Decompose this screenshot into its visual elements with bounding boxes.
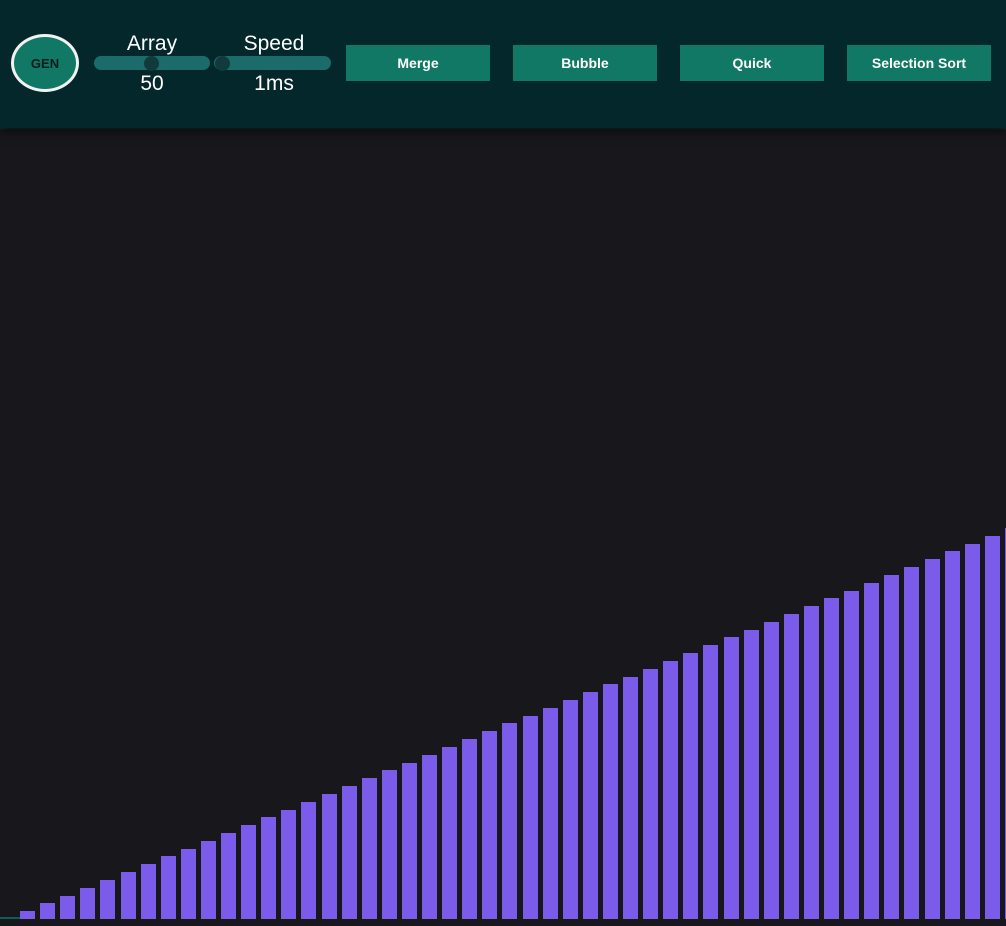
array-bar [80,888,95,919]
array-bar [322,794,337,919]
array-bar [60,896,75,919]
array-bar [884,575,899,919]
array-bar [523,716,538,919]
array-bar [482,731,497,919]
array-bar [784,614,799,919]
selection-sort-button[interactable]: Selection Sort [847,45,991,81]
array-bar [724,637,739,919]
array-bar [543,708,558,919]
array-bar [241,825,256,919]
array-bar [744,630,759,919]
array-size-slider-thumb[interactable] [144,55,159,71]
array-bar [603,684,618,919]
array-bar [904,567,919,919]
array-bar [945,551,960,919]
array-bar [663,661,678,919]
array-bar [764,622,779,919]
array-size-slider[interactable] [94,55,210,71]
array-bar [925,559,940,919]
array-bar [301,802,316,919]
array-bar [683,653,698,919]
array-bar [824,598,839,919]
array-bar [965,544,980,919]
array-bar [161,856,176,919]
merge-sort-button[interactable]: Merge [346,45,490,81]
array-bar [583,692,598,919]
array-bar [121,872,136,919]
array-bar [100,880,115,919]
array-bar [422,755,437,919]
bubble-sort-button[interactable]: Bubble [513,45,657,81]
array-bar [442,747,457,919]
array-bar [201,841,216,919]
quick-sort-button[interactable]: Quick [680,45,824,81]
array-bar [362,778,377,919]
array-bar [382,770,397,919]
array-size-value: 50 [140,72,164,95]
array-bar [864,583,879,919]
array-bar [141,864,156,919]
array-bar [342,786,357,919]
array-bar [261,817,276,919]
array-bar [623,677,638,919]
array-bar [402,763,417,919]
array-bar [985,536,1000,919]
array-bar [804,606,819,919]
array-bar [844,591,859,919]
speed-label: Speed [243,32,305,55]
generate-array-button[interactable]: GEN [11,34,79,92]
array-bar [643,669,658,919]
array-bar [281,810,296,919]
array-bar [462,739,477,919]
array-bar [221,833,236,919]
array-bar [20,911,35,919]
speed-slider-thumb[interactable] [215,55,230,71]
speed-slider[interactable] [214,55,331,71]
array-bar [703,645,718,919]
array-size-label: Array [126,32,178,55]
array-bar [502,723,517,919]
speed-value: 1ms [254,72,294,95]
array-bar [563,700,578,919]
array-bar [40,903,55,919]
baseline [0,917,20,919]
array-bar [181,849,196,919]
control-header: GEN Array 50 Speed 1ms Merge Bubble Quic… [0,0,1006,128]
